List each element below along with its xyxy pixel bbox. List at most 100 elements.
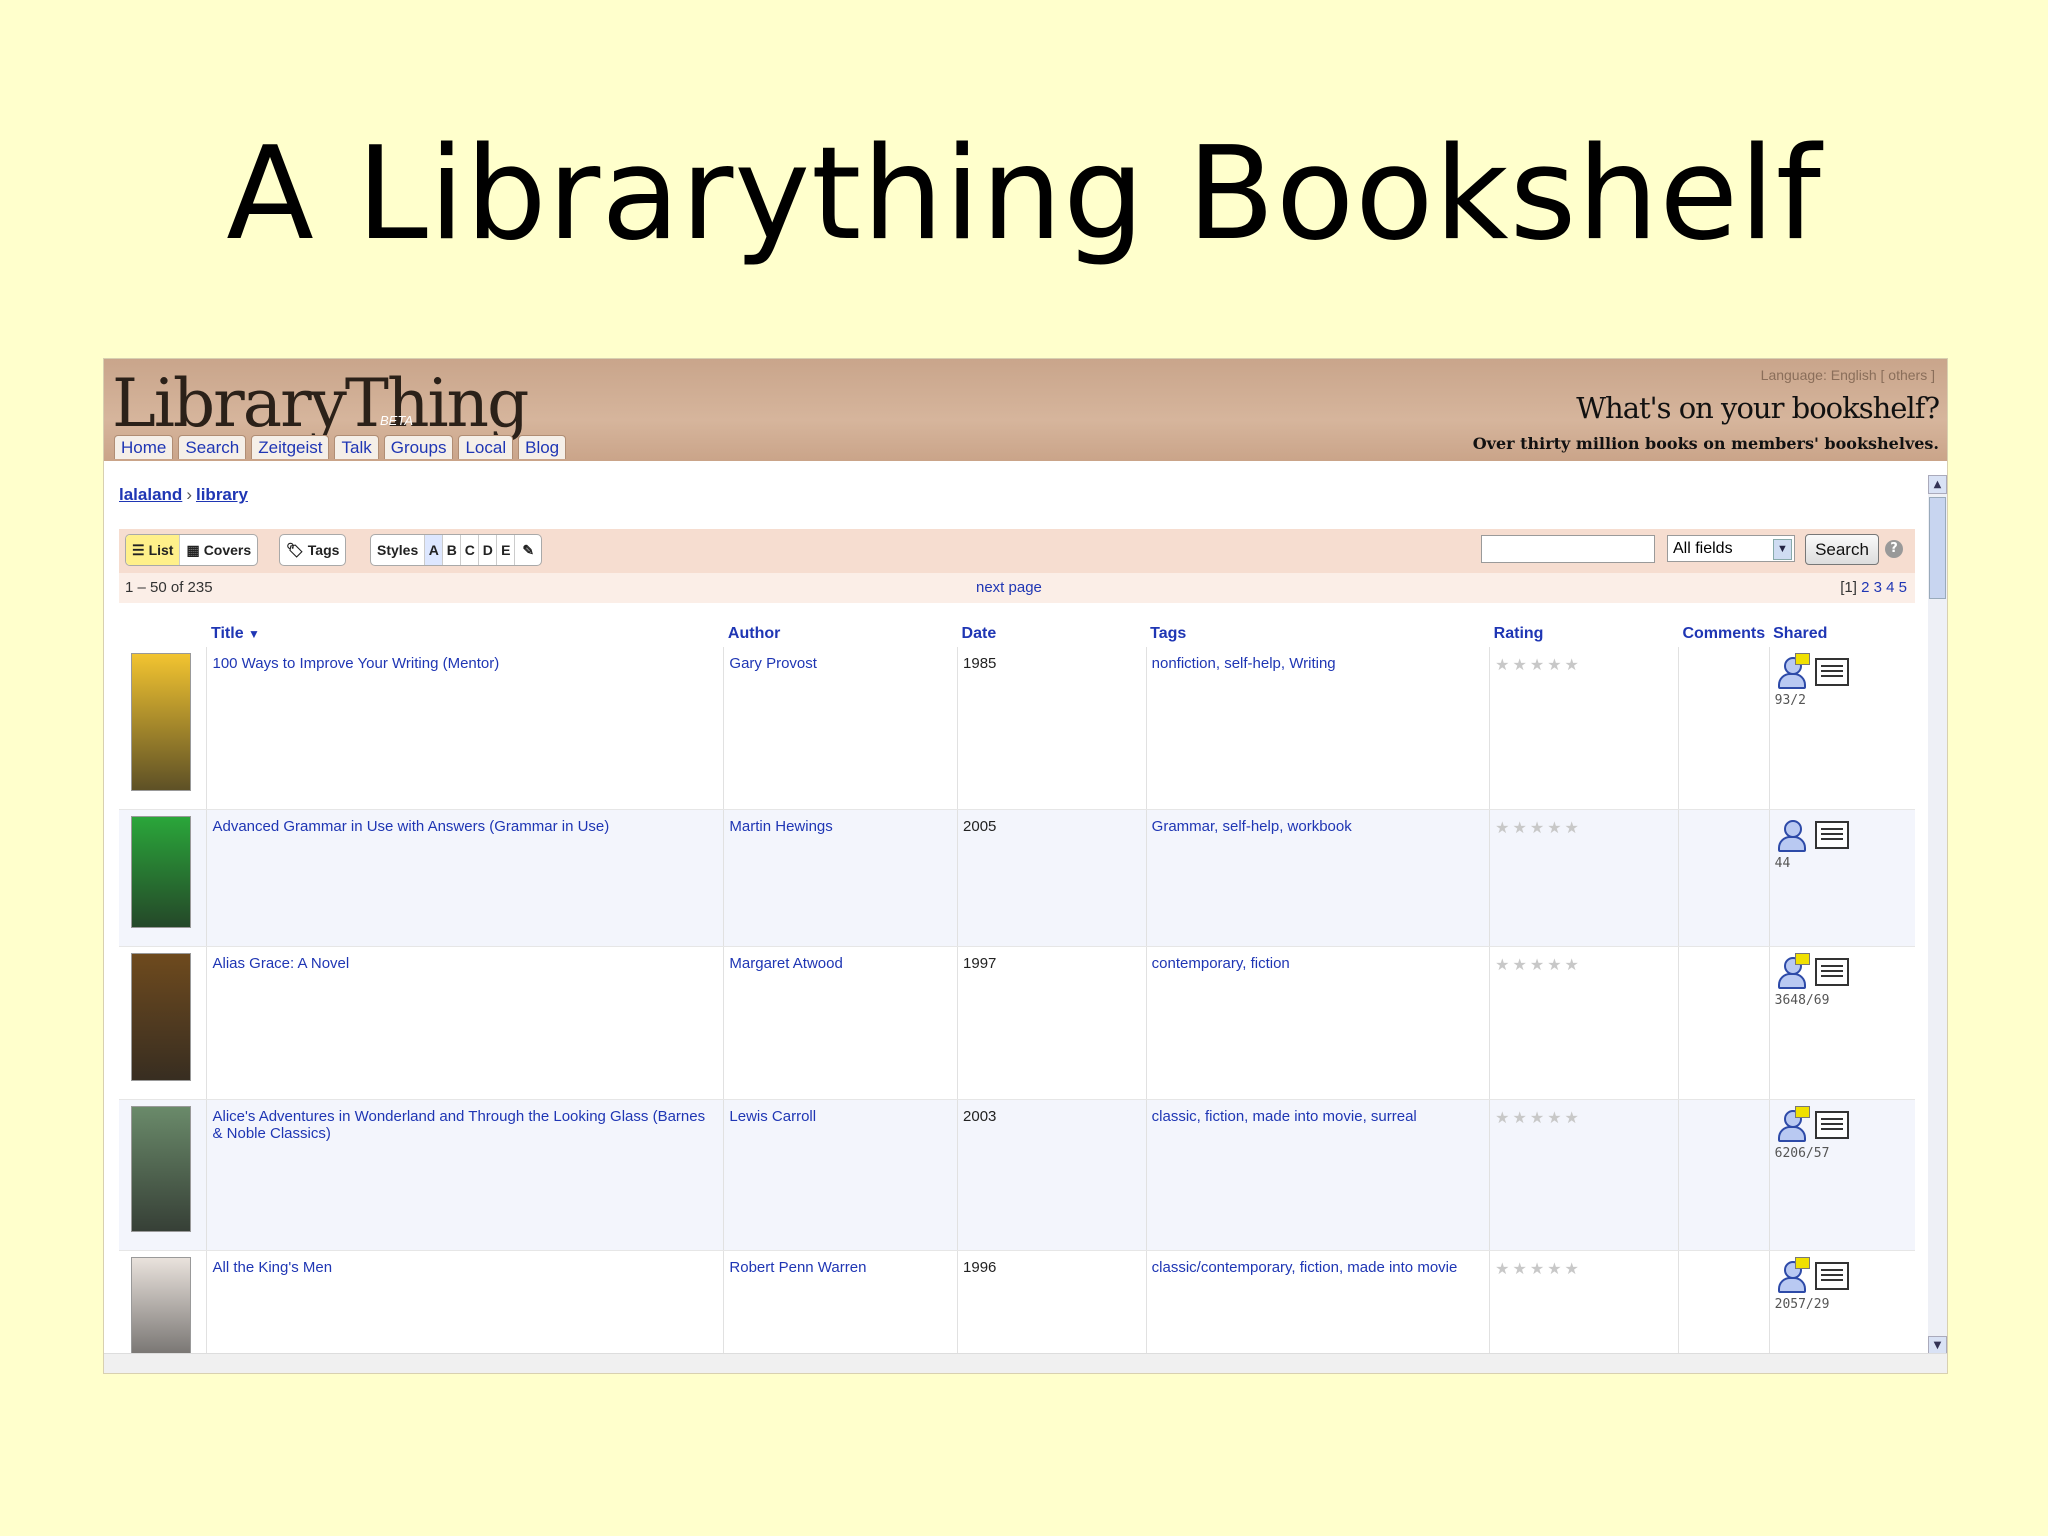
book-tags[interactable]: nonfiction, self-help, Writing	[1145, 647, 1490, 810]
next-page-link[interactable]: next page	[976, 579, 1042, 596]
nav-tab-talk[interactable]: Talk	[334, 435, 379, 459]
nav-tab-home[interactable]: Home	[114, 435, 174, 459]
book-comments	[1677, 1099, 1770, 1251]
reviews-icon[interactable]	[1814, 1111, 1849, 1139]
book-comments	[1677, 809, 1770, 947]
style-a-button[interactable]: A	[424, 535, 443, 565]
search-field-select[interactable]: All fields ▼	[1667, 535, 1795, 562]
reviews-icon[interactable]	[1814, 821, 1849, 849]
breadcrumb-user[interactable]: lalaland	[119, 485, 182, 504]
view-list-button[interactable]: ☰ List	[126, 535, 180, 565]
book-cover-image[interactable]	[131, 1106, 191, 1232]
column-header-author[interactable]: Author	[724, 619, 958, 647]
view-covers-button[interactable]: ▦ Covers	[179, 535, 257, 565]
book-cover-image[interactable]	[131, 816, 191, 928]
beta-badge: BETA	[380, 413, 413, 428]
book-row: Alice's Adventures in Wonderland and Thr…	[119, 1099, 1915, 1251]
style-e-button[interactable]: E	[496, 535, 514, 565]
rating-stars-icon[interactable]: ★★★★★	[1495, 657, 1582, 674]
reviews-icon[interactable]	[1814, 1262, 1849, 1290]
book-rating[interactable]: ★★★★★	[1489, 809, 1679, 947]
scroll-up-icon[interactable]: ▲	[1928, 475, 1947, 494]
book-comments	[1677, 647, 1770, 810]
page-link-2[interactable]: 2	[1861, 579, 1869, 596]
style-b-button[interactable]: B	[442, 535, 460, 565]
nav-tab-search[interactable]: Search	[178, 435, 247, 459]
book-tags[interactable]: Grammar, self-help, workbook	[1145, 809, 1490, 947]
view-tags-button[interactable]: 🏷 Tags	[280, 535, 345, 565]
vertical-scrollbar[interactable]: ▲ ▼	[1928, 475, 1947, 1355]
column-header-shared[interactable]: Shared	[1769, 619, 1915, 647]
scroll-thumb[interactable]	[1929, 497, 1946, 599]
column-header-comments[interactable]: Comments	[1678, 619, 1769, 647]
sort-down-icon: ▼	[248, 627, 260, 641]
page-link-5[interactable]: 5	[1899, 579, 1907, 596]
shared-count: 2057/29	[1774, 1297, 1830, 1312]
search-button[interactable]: Search	[1805, 534, 1879, 565]
chevron-down-icon[interactable]: ▼	[1773, 539, 1792, 560]
column-header-tags[interactable]: Tags	[1146, 619, 1490, 647]
book-shared: 44	[1768, 809, 1915, 947]
rating-stars-icon[interactable]: ★★★★★	[1495, 957, 1582, 974]
members-icon[interactable]	[1775, 1106, 1810, 1142]
book-title-link[interactable]: 100 Ways to Improve Your Writing (Mentor…	[206, 647, 724, 810]
reviews-icon[interactable]	[1814, 658, 1849, 686]
style-d-button[interactable]: D	[478, 535, 496, 565]
book-date: 1997	[957, 946, 1147, 1100]
column-header-date[interactable]: Date	[958, 619, 1147, 647]
main-nav: Home Search Zeitgeist Talk Groups Local …	[114, 435, 567, 459]
column-header-title[interactable]: Title ▼	[207, 619, 724, 647]
library-search-input[interactable]	[1481, 535, 1655, 563]
page-link-4[interactable]: 4	[1886, 579, 1894, 596]
book-cover-image[interactable]	[131, 953, 191, 1081]
rating-stars-icon[interactable]: ★★★★★	[1495, 820, 1582, 837]
nav-tab-zeitgeist[interactable]: Zeitgeist	[251, 435, 330, 459]
style-c-button[interactable]: C	[460, 535, 478, 565]
book-tags[interactable]: contemporary, fiction	[1145, 946, 1490, 1100]
language-selector[interactable]: Language: English [ others ]	[1761, 367, 1935, 383]
book-cover-cell	[119, 809, 207, 947]
book-row: Advanced Grammar in Use with Answers (Gr…	[119, 809, 1915, 947]
book-title-link[interactable]: Alias Grace: A Novel	[206, 946, 724, 1100]
librarything-window: LibraryThing BETA Home Search Zeitgeist …	[103, 358, 1948, 1374]
book-author-link[interactable]: Martin Hewings	[723, 809, 958, 947]
librarything-logo[interactable]: LibraryThing	[112, 365, 529, 442]
book-rating[interactable]: ★★★★★	[1489, 1099, 1679, 1251]
help-icon[interactable]: ?	[1885, 540, 1903, 558]
breadcrumb-library[interactable]: library	[196, 485, 248, 504]
book-shared: 6206/57	[1768, 1099, 1915, 1251]
book-rating[interactable]: ★★★★★	[1489, 946, 1679, 1100]
nav-tab-groups[interactable]: Groups	[383, 435, 454, 459]
library-toolbar: ☰ List ▦ Covers 🏷 Tags Styles A B C D E ✎ A…	[119, 529, 1915, 573]
book-cover-image[interactable]	[131, 653, 191, 791]
book-tags[interactable]: classic, fiction, made into movie, surre…	[1145, 1099, 1490, 1251]
members-icon[interactable]	[1775, 653, 1810, 689]
book-author-link[interactable]: Lewis Carroll	[723, 1099, 958, 1251]
book-rating[interactable]: ★★★★★	[1489, 647, 1679, 810]
reviews-icon[interactable]	[1814, 958, 1849, 986]
edit-style-pencil-icon[interactable]: ✎	[514, 535, 541, 565]
book-title-link[interactable]: Alice's Adventures in Wonderland and Thr…	[206, 1099, 724, 1251]
horizontal-scrollbar[interactable]	[104, 1353, 1947, 1373]
column-header-rating[interactable]: Rating	[1490, 619, 1679, 647]
book-author-link[interactable]: Gary Provost	[723, 647, 958, 810]
book-author-link[interactable]: Margaret Atwood	[723, 946, 958, 1100]
shared-count: 6206/57	[1774, 1146, 1830, 1161]
nav-tab-local[interactable]: Local	[458, 435, 514, 459]
members-icon[interactable]	[1775, 953, 1810, 989]
book-row: Alias Grace: A Novel Margaret Atwood 1997 c…	[119, 946, 1915, 1100]
book-table: Title ▼ Author Date Tags Rating Comments…	[119, 619, 1915, 1373]
rating-stars-icon[interactable]: ★★★★★	[1495, 1261, 1582, 1278]
site-subtagline: Over thirty million books on members' bo…	[1472, 434, 1939, 453]
nav-tab-blog[interactable]: Blog	[518, 435, 567, 459]
book-title-link[interactable]: Advanced Grammar in Use with Answers (Gr…	[206, 809, 724, 947]
members-icon[interactable]	[1775, 1257, 1810, 1293]
rating-stars-icon[interactable]: ★★★★★	[1495, 1110, 1582, 1127]
site-tagline: What's on your bookshelf?	[1576, 391, 1940, 425]
slide-title: A Librarything Bookshelf	[226, 120, 1822, 269]
page-link-3[interactable]: 3	[1874, 579, 1882, 596]
book-cover-cell	[119, 946, 207, 1100]
tag-icon: 🏷	[286, 541, 304, 558]
search-field-value: All fields	[1673, 539, 1733, 557]
members-icon[interactable]	[1775, 818, 1809, 852]
